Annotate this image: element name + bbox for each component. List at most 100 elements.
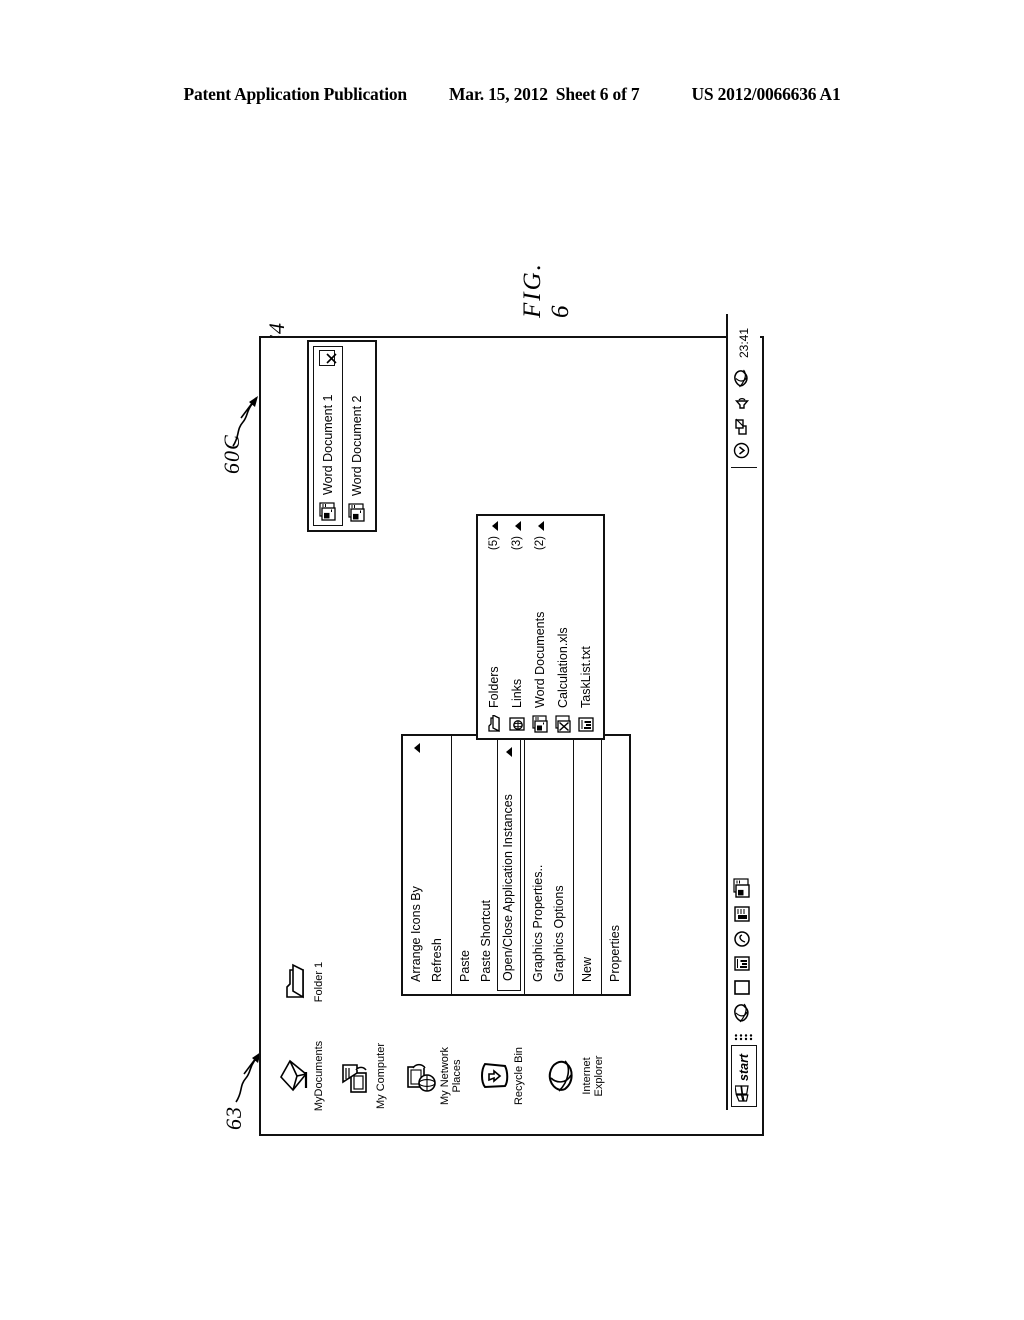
word-doc-icon (319, 502, 337, 521)
internet-explorer-icon[interactable] (733, 1003, 756, 1023)
figure-6: 63 60C 58C 64 54 50 52 FIG. 6 MyDocument… (219, 262, 805, 1158)
my-documents-icon (269, 1058, 311, 1094)
submenu-item-tasklist-txt[interactable]: TaskList.txt (575, 516, 598, 738)
menu-separator (601, 736, 602, 994)
windows-flag-icon (734, 1085, 753, 1102)
menu-item-label: Open/Close Application Instances (501, 794, 515, 981)
context-menu-item-paste-shortcut[interactable]: Paste Shortcut (476, 736, 497, 994)
volume-icon[interactable] (734, 395, 755, 410)
menu-separator (524, 736, 525, 994)
desktop-icon-my-network-places[interactable]: My Network Places (395, 1028, 464, 1124)
network-icon[interactable] (734, 417, 755, 435)
desktop-icon-recycle-bin[interactable]: Recycle Bin (469, 1028, 525, 1124)
application-instances-submenu[interactable]: Folders (5) Links (3) Word Documents (2)… (476, 514, 605, 740)
show-desktop-icon[interactable] (733, 979, 756, 996)
submenu-item-calculation-xls[interactable]: Calculation.xls (552, 516, 575, 738)
sheet-number: Sheet 6 of 7 (555, 84, 640, 104)
submenu-item-links[interactable]: Links (3) (506, 516, 529, 738)
context-menu-item-refresh[interactable]: Refresh (427, 736, 448, 994)
submenu-item-label: Calculation.xls (556, 627, 570, 708)
desktop-icon-internet-explorer[interactable]: Internet Explorer (537, 1028, 606, 1124)
folder-icon (269, 963, 311, 1001)
submenu-arrow-icon (413, 743, 420, 753)
link-page-icon (509, 715, 526, 733)
desktop-icon-label: MyDocuments (313, 1040, 325, 1112)
ref-63: 63 (221, 1106, 246, 1130)
folder-icon (486, 713, 503, 733)
desktop-icon-my-computer[interactable]: My Computer (331, 1028, 387, 1124)
notes-icon[interactable] (733, 955, 756, 972)
submenu-item-count: (5) (488, 536, 500, 551)
desktop-icon-label: My Network Places (439, 1046, 464, 1106)
system-tray: 23:41 (731, 314, 757, 469)
outlook-icon[interactable] (733, 905, 756, 923)
menu-separator (451, 736, 452, 994)
word-doc-icon (348, 503, 366, 522)
submenu-arrow-icon (506, 747, 512, 757)
chevron-circle-icon[interactable] (733, 442, 755, 459)
context-menu-item-graphics-options[interactable]: Graphics Options (549, 736, 570, 994)
taskbar-clock: 23:41 (737, 328, 751, 359)
context-menu-item-graphics-properties[interactable]: Graphics Properties.. (528, 736, 549, 994)
context-menu-item-new[interactable]: New (577, 736, 598, 994)
submenu-item-label: Folders (487, 666, 501, 708)
desktop-screen: MyDocuments My Computer My Network Place… (259, 314, 764, 1136)
submenu-item-count: (3) (511, 536, 523, 551)
submenu-item-label: Links (510, 678, 524, 708)
desktop-icon-folder-1[interactable]: Folder 1 (269, 934, 325, 1030)
taskbar-group-popup[interactable]: Word Document 1 Word Document 2 (307, 340, 377, 532)
ref-60c: 60C (219, 434, 244, 474)
publication-title: Patent Application Publication (183, 84, 407, 104)
desktop-icon-label: Recycle Bin (513, 1046, 525, 1106)
recycle-bin-icon (469, 1058, 511, 1094)
desktop-icon-label: Internet Explorer (581, 1055, 606, 1097)
desktop-icon-my-documents[interactable]: MyDocuments (269, 1028, 325, 1124)
internet-explorer-icon[interactable] (733, 369, 755, 388)
internet-explorer-icon (537, 1057, 579, 1095)
menu-separator (573, 736, 574, 994)
menu-item-label: Graphics Properties.. (531, 864, 545, 982)
desktop-context-menu[interactable]: Arrange Icons By Refresh Paste Paste Sho… (401, 734, 631, 996)
menu-item-label: Arrange Icons By (409, 886, 423, 982)
word-doc-icon (532, 715, 549, 733)
desktop-icon-label: My Computer (375, 1042, 387, 1110)
context-menu-item-paste[interactable]: Paste (455, 736, 476, 994)
taskbar-handle[interactable] (731, 1031, 757, 1045)
menu-item-label: Paste (458, 950, 472, 982)
submenu-item-word-documents[interactable]: Word Documents (2) (529, 516, 552, 738)
submenu-arrow-icon (491, 521, 498, 531)
patent-number: US 2012/0066636 A1 (691, 84, 841, 104)
task-popup-item-label: Word Document 2 (350, 395, 364, 496)
figure-caption: FIG. 6 (519, 262, 574, 318)
desktop-icon-label: Folder 1 (313, 961, 325, 1003)
context-menu-item-open-close-application-instances[interactable]: Open/Close Application Instances (497, 739, 521, 991)
start-button-label: start (737, 1053, 751, 1081)
context-menu-item-properties[interactable]: Properties (605, 736, 626, 994)
menu-item-label: New (580, 956, 594, 982)
menu-item-label: Paste Shortcut (479, 900, 493, 982)
text-doc-icon (578, 715, 595, 733)
menu-item-label: Refresh (430, 938, 444, 982)
menu-item-label: Properties (608, 925, 622, 982)
submenu-item-count: (2) (534, 536, 546, 551)
excel-doc-icon (555, 715, 572, 733)
quick-launch-bar (732, 870, 756, 1031)
task-popup-item-word-document-2[interactable]: Word Document 2 (343, 346, 371, 526)
task-popup-item-word-document-1[interactable]: Word Document 1 (313, 346, 343, 526)
taskbar: start 23:41 (726, 314, 760, 1110)
patent-header: Patent Application Publication Mar. 15, … (0, 84, 1024, 105)
submenu-arrow-icon (537, 521, 544, 531)
menu-item-label: Graphics Options (552, 885, 566, 982)
my-network-places-icon (395, 1057, 437, 1095)
close-icon[interactable] (319, 350, 337, 366)
my-computer-icon (331, 1057, 373, 1095)
submenu-item-label: Word Documents (533, 611, 547, 708)
publication-date: Mar. 15, 2012 (448, 84, 548, 104)
task-popup-item-label: Word Document 1 (321, 394, 335, 495)
submenu-item-folders[interactable]: Folders (5) (483, 516, 506, 738)
word-doc-icon[interactable] (732, 878, 756, 898)
media-player-icon[interactable] (733, 930, 756, 948)
context-menu-item-arrange-icons-by[interactable]: Arrange Icons By (406, 736, 427, 994)
submenu-arrow-icon (514, 521, 521, 531)
start-button[interactable]: start (731, 1045, 757, 1107)
